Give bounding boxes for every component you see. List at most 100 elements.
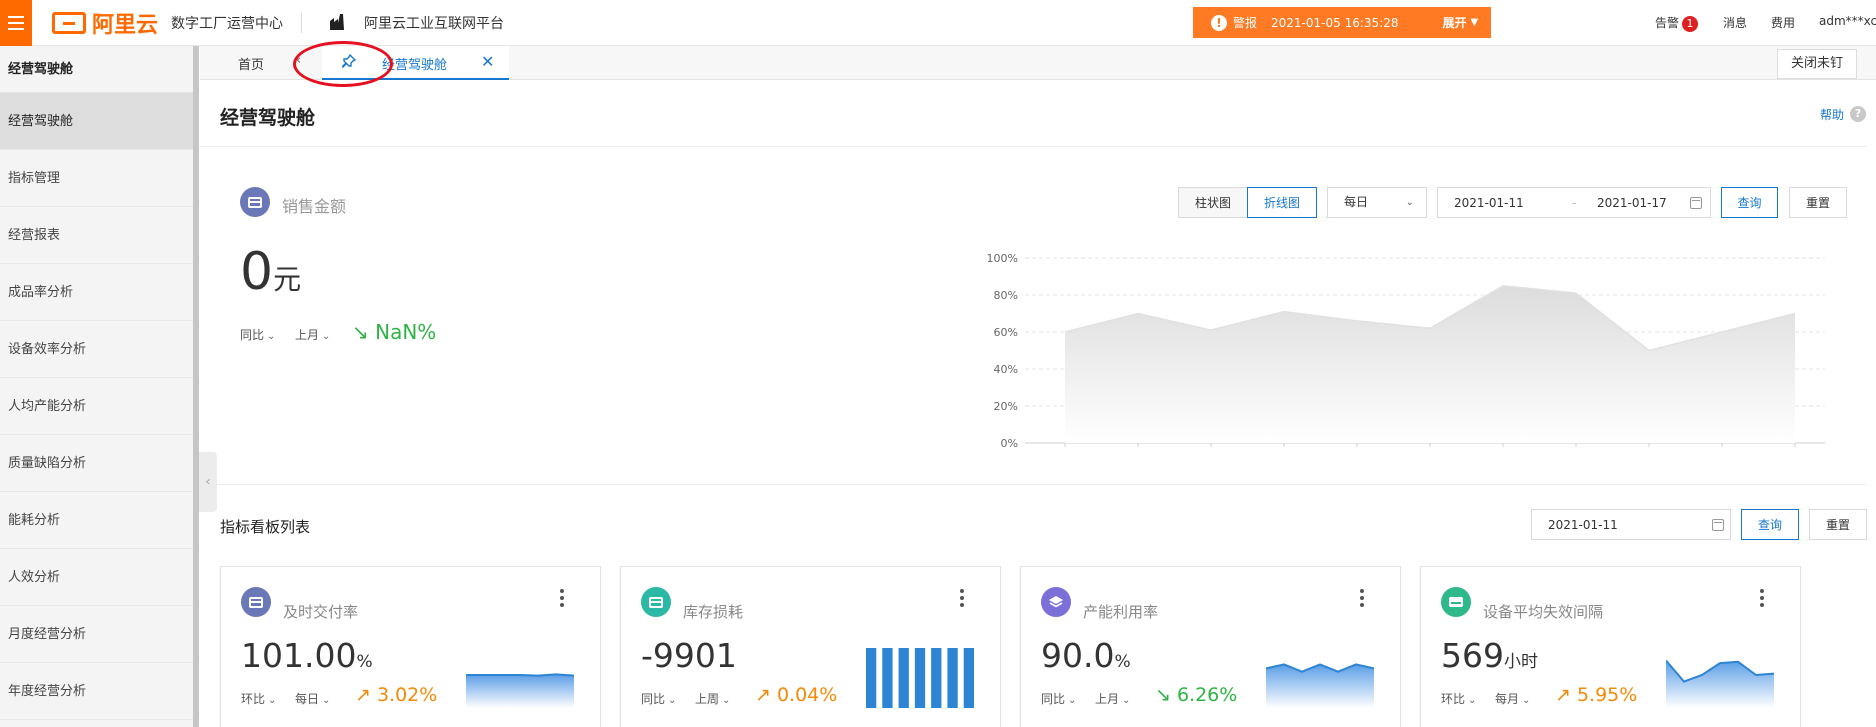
kpi-compare-select[interactable]: 环比 ⌄ (241, 690, 276, 707)
spark-area (1266, 664, 1374, 708)
spark-area (466, 674, 574, 708)
kpi-value: -9901 (641, 639, 737, 672)
chevron-down-icon: ⌄ (722, 695, 731, 706)
indicator-reset-button[interactable]: 重置 (1809, 509, 1867, 540)
sidebar-item-cockpit[interactable]: 经营驾驶舱 (0, 93, 195, 150)
kpi-period-label: 上周 (695, 692, 720, 706)
more-options-icon[interactable] (960, 589, 964, 609)
header-divider (301, 13, 302, 33)
kpi-compare-select[interactable]: 同比 ⌄ (1041, 690, 1076, 707)
kpi-change: ↗ 5.95% (1555, 684, 1637, 706)
indicator-list-title: 指标看板列表 (220, 518, 311, 536)
more-options-icon[interactable] (560, 589, 564, 609)
kpi-compare-label: 环比 (1441, 692, 1466, 706)
sidebar-item-energy[interactable]: 能耗分析 (0, 492, 195, 549)
sidebar-item-quality-defects[interactable]: 质量缺陷分析 (0, 435, 195, 492)
alert-expand-button[interactable]: 展开 (1442, 14, 1466, 31)
sidebar-item-capacity-per-capita[interactable]: 人均产能分析 (0, 378, 195, 435)
kpi-card-inventory-loss[interactable]: 库存损耗 -9901 同比 ⌄ 上周 ⌄ ↗ 0.04% (620, 566, 1001, 727)
kpi-period-select[interactable]: 上月 ⌄ (1095, 690, 1130, 707)
date-separator: - (1572, 196, 1577, 210)
user-menu[interactable]: adm***xc (1819, 14, 1876, 28)
sales-value: 0元 (240, 246, 301, 298)
alert-banner[interactable]: ! 警报 2021-01-05 16:35:28 展开 ▼ (1193, 7, 1491, 38)
platform-name: 阿里云工业互联网平台 (364, 16, 504, 32)
line-chart-toggle[interactable]: 折线图 (1247, 187, 1317, 218)
kpi-compare-label: 环比 (241, 692, 266, 706)
date-start[interactable]: 2021-01-11 (1454, 196, 1524, 210)
aliyun-logo[interactable]: 阿里云 (52, 9, 158, 38)
more-options-icon[interactable] (1760, 589, 1764, 609)
kpi-compare-select[interactable]: 环比 ⌄ (1441, 690, 1476, 707)
sidebar: 经营驾驶舱 经营驾驶舱 指标管理 经营报表 成品率分析 设备效率分析 人均产能分… (0, 46, 196, 727)
sidebar-item-monthly-analysis[interactable]: 月度经营分析 (0, 606, 195, 663)
kpi-compare-select[interactable]: 同比 ⌄ (641, 690, 676, 707)
spark-bar (898, 648, 909, 708)
page-title: 经营驾驶舱 (220, 107, 316, 129)
indicator-date: 2021-01-11 (1548, 518, 1618, 532)
header-separator (200, 146, 1866, 147)
kpi-change-value: 6.26% (1176, 684, 1238, 706)
indicator-date-picker[interactable]: 2021-01-11 (1531, 509, 1731, 540)
indicator-query-button[interactable]: 查询 (1741, 509, 1799, 540)
capacity-icon (1041, 587, 1071, 617)
sidebar-item-indicator-management[interactable]: 指标管理 (0, 150, 195, 207)
date-end[interactable]: 2021-01-17 (1597, 196, 1667, 210)
sidebar-item-annual-analysis[interactable]: 年度经营分析 (0, 663, 195, 720)
kpi-compare-label: 同比 (1041, 692, 1066, 706)
logo-mark-icon (52, 12, 86, 34)
sales-compare-label: 同比 (240, 328, 265, 342)
sales-query-button[interactable]: 查询 (1721, 187, 1778, 218)
calendar-icon[interactable] (1712, 519, 1724, 531)
arrow-up-right-icon: ↗ (755, 684, 771, 706)
kpi-period-select[interactable]: 上周 ⌄ (695, 690, 730, 707)
factory-icon (330, 14, 344, 30)
kpi-change-value: 0.04% (776, 684, 838, 706)
sidebar-scrollbar[interactable] (193, 46, 199, 727)
date-range-picker[interactable]: 2021-01-11 - 2021-01-17 (1437, 187, 1711, 218)
sales-compare-select[interactable]: 同比 ⌄ (240, 326, 275, 343)
device-icon (1441, 587, 1471, 617)
calendar-icon[interactable] (1690, 197, 1702, 209)
tab-bar: 首页 ‹ 经营驾驶舱 ✕ (200, 46, 1876, 80)
kpi-sparkline (1666, 659, 1774, 708)
billing-link[interactable]: 费用 (1771, 14, 1795, 31)
sales-period-select[interactable]: 上月 ⌄ (295, 326, 330, 343)
kpi-title: 设备平均失效间隔 (1483, 603, 1604, 621)
sidebar-item-yield-analysis[interactable]: 成品率分析 (0, 264, 195, 321)
kpi-change: ↘ 6.26% (1155, 684, 1237, 706)
sidebar-item-equipment-efficiency[interactable]: 设备效率分析 (0, 321, 195, 378)
kpi-card-delivery-rate[interactable]: 及时交付率 101.00% 环比 ⌄ 每日 ⌄ ↗ 3.02% (220, 566, 601, 727)
tab-home[interactable]: 首页 (238, 54, 264, 73)
kpi-compare-label: 同比 (641, 692, 666, 706)
spark-bar (963, 648, 974, 708)
kpi-period-select[interactable]: 每月 ⌄ (1495, 690, 1530, 707)
sidebar-item-business-report[interactable]: 经营报表 (0, 207, 195, 264)
sidebar-collapse-handle[interactable]: ‹ (199, 452, 217, 512)
kpi-card-mtbf[interactable]: 设备平均失效间隔 569小时 环比 ⌄ 每月 ⌄ ↗ 5.95% (1420, 566, 1801, 727)
kpi-card-capacity-utilization[interactable]: 产能利用率 90.0% 同比 ⌄ 上月 ⌄ ↘ 6.26% (1020, 566, 1401, 727)
kpi-change-value: 3.02% (376, 684, 438, 706)
help-icon[interactable]: ? (1850, 106, 1866, 122)
granularity-select[interactable]: 每日 ⌄ (1327, 187, 1427, 218)
sidebar-item-labor-efficiency[interactable]: 人效分析 (0, 549, 195, 606)
alert-icon: ! (1211, 14, 1227, 31)
sales-reset-button[interactable]: 重置 (1789, 187, 1847, 218)
y-tick-label: 40% (994, 363, 1018, 376)
more-options-icon[interactable] (1360, 589, 1364, 609)
bar-chart-toggle[interactable]: 柱状图 (1178, 187, 1248, 218)
close-icon[interactable]: ✕ (481, 52, 494, 71)
kpi-period-select[interactable]: 每日 ⌄ (295, 690, 330, 707)
help-link[interactable]: 帮助 (1820, 106, 1844, 123)
chevron-down-icon: ⌄ (1068, 695, 1077, 706)
arrow-up-right-icon: ↗ (1555, 684, 1571, 706)
chevron-down-icon: ⌄ (322, 695, 331, 706)
spark-bar (914, 648, 926, 708)
alarm-link[interactable]: 告警 1 (1655, 14, 1699, 32)
section-separator (200, 484, 1866, 485)
layers-icon (1049, 596, 1063, 608)
close-unpinned-button[interactable]: 关闭未钉 (1777, 49, 1857, 79)
menu-icon[interactable] (0, 0, 32, 46)
kpi-change-value: 5.95% (1576, 684, 1638, 706)
messages-link[interactable]: 消息 (1723, 14, 1747, 31)
